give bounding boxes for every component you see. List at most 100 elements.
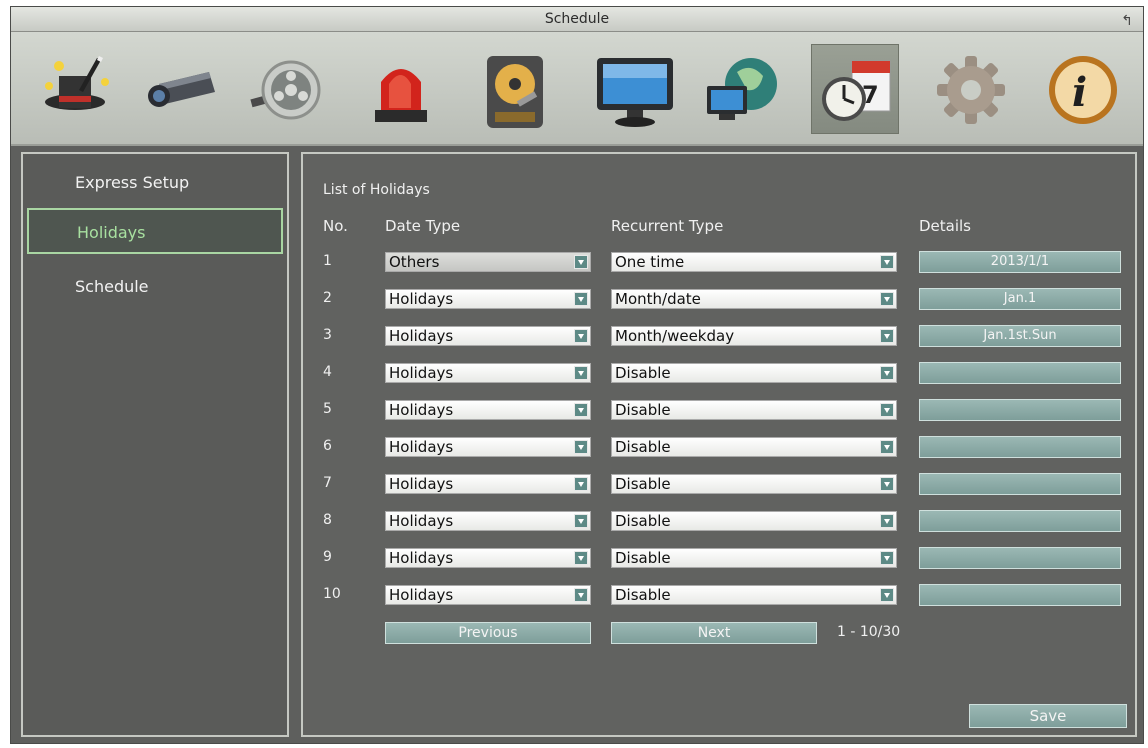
date-type-select[interactable]: Others (385, 252, 591, 272)
dropdown-arrow-icon[interactable] (574, 403, 588, 417)
dropdown-arrow-icon[interactable] (880, 588, 894, 602)
row-number: 4 (323, 364, 332, 380)
date-type-value: Holidays (389, 327, 454, 345)
dropdown-arrow-icon[interactable] (574, 477, 588, 491)
dropdown-arrow-icon[interactable] (574, 551, 588, 565)
system-gear-icon[interactable] (927, 44, 1015, 134)
details-button[interactable] (919, 436, 1121, 458)
recurrent-type-value: Disable (615, 475, 671, 493)
date-type-select[interactable]: Holidays (385, 585, 591, 605)
dropdown-arrow-icon[interactable] (880, 255, 894, 269)
details-button[interactable] (919, 399, 1121, 421)
recurrent-type-select[interactable]: Disable (611, 548, 897, 568)
hard-disk-icon[interactable] (471, 44, 559, 134)
schedule-calendar-icon[interactable]: 7 (811, 44, 899, 134)
details-button[interactable] (919, 510, 1121, 532)
recurrent-type-value: Disable (615, 586, 671, 604)
date-type-select[interactable]: Holidays (385, 400, 591, 420)
recurrent-type-select[interactable]: Disable (611, 363, 897, 383)
recurrent-type-select[interactable]: Month/weekday (611, 326, 897, 346)
row-number: 10 (323, 586, 341, 602)
date-type-select[interactable]: Holidays (385, 326, 591, 346)
recurrent-type-select[interactable]: Disable (611, 437, 897, 457)
recurrent-type-select[interactable]: One time (611, 252, 897, 272)
row-number: 2 (323, 290, 332, 306)
save-button[interactable]: Save (969, 704, 1127, 728)
recurrent-type-select[interactable]: Disable (611, 511, 897, 531)
row-number: 5 (323, 401, 332, 417)
page-range: 1 - 10/30 (837, 624, 901, 640)
row-number: 9 (323, 549, 332, 565)
date-type-value: Holidays (389, 290, 454, 308)
dropdown-arrow-icon[interactable] (880, 514, 894, 528)
dropdown-arrow-icon[interactable] (880, 477, 894, 491)
dropdown-arrow-icon[interactable] (880, 292, 894, 306)
holidays-panel: List of Holidays No. Date Type Recurrent… (301, 152, 1137, 737)
row-number: 3 (323, 327, 332, 343)
details-button[interactable] (919, 362, 1121, 384)
details-button[interactable]: Jan.1 (919, 288, 1121, 310)
svg-text:i: i (1072, 69, 1087, 116)
dropdown-arrow-icon[interactable] (574, 588, 588, 602)
previous-button[interactable]: Previous (385, 622, 591, 644)
dropdown-arrow-icon[interactable] (574, 514, 588, 528)
date-type-select[interactable]: Holidays (385, 548, 591, 568)
recurrent-type-value: Month/weekday (615, 327, 735, 345)
recurrent-type-value: Disable (615, 512, 671, 530)
column-header-date-type: Date Type (385, 217, 461, 235)
date-type-value: Holidays (389, 401, 454, 419)
details-button[interactable]: 2013/1/1 (919, 251, 1121, 273)
dropdown-arrow-icon[interactable] (880, 551, 894, 565)
date-type-select[interactable]: Holidays (385, 289, 591, 309)
details-button[interactable] (919, 584, 1121, 606)
sidebar-item-express-setup[interactable]: Express Setup (27, 160, 283, 206)
dropdown-arrow-icon[interactable] (880, 366, 894, 380)
settings-sidebar: Express Setup Holidays Schedule (21, 152, 289, 737)
recurrent-type-value: One time (615, 253, 685, 271)
details-button[interactable]: Jan.1st.Sun (919, 325, 1121, 347)
dropdown-arrow-icon[interactable] (574, 440, 588, 454)
sidebar-item-label: Express Setup (75, 173, 190, 192)
row-number: 8 (323, 512, 332, 528)
holidays-list-title: List of Holidays (323, 182, 430, 198)
dropdown-arrow-icon[interactable] (574, 366, 588, 380)
date-type-select[interactable]: Holidays (385, 437, 591, 457)
monitor-icon[interactable] (587, 44, 675, 134)
dropdown-arrow-icon[interactable] (574, 255, 588, 269)
alarm-siren-icon[interactable] (357, 44, 445, 134)
dropdown-arrow-icon[interactable] (574, 292, 588, 306)
recurrent-type-select[interactable]: Disable (611, 400, 897, 420)
recurrent-type-select[interactable]: Month/date (611, 289, 897, 309)
dropdown-arrow-icon[interactable] (880, 403, 894, 417)
dropdown-arrow-icon[interactable] (880, 440, 894, 454)
info-icon[interactable]: i (1037, 44, 1125, 134)
column-header-details: Details (919, 217, 972, 235)
dropdown-arrow-icon[interactable] (880, 329, 894, 343)
next-button[interactable]: Next (611, 622, 817, 644)
date-type-value: Holidays (389, 586, 454, 604)
schedule-window: Schedule ↰ 7 i Express Setup Holidays Sc… (10, 6, 1144, 744)
sidebar-item-schedule[interactable]: Schedule (27, 264, 283, 310)
main-toolbar: 7 i (11, 32, 1143, 146)
recurrent-type-select[interactable]: Disable (611, 474, 897, 494)
recurrent-type-value: Disable (615, 438, 671, 456)
sidebar-item-holidays[interactable]: Holidays (27, 208, 283, 254)
date-type-select[interactable]: Holidays (385, 511, 591, 531)
date-type-select[interactable]: Holidays (385, 474, 591, 494)
date-type-value: Holidays (389, 512, 454, 530)
row-number: 6 (323, 438, 332, 454)
dropdown-arrow-icon[interactable] (574, 329, 588, 343)
record-reel-icon[interactable] (241, 44, 329, 134)
back-icon[interactable]: ↰ (1121, 9, 1133, 33)
date-type-value: Holidays (389, 364, 454, 382)
recurrent-type-value: Disable (615, 364, 671, 382)
details-button[interactable] (919, 547, 1121, 569)
camera-icon[interactable] (133, 44, 221, 134)
details-button[interactable] (919, 473, 1121, 495)
express-setup-wizard-icon[interactable] (33, 44, 121, 134)
sidebar-item-label: Holidays (77, 223, 146, 242)
recurrent-type-select[interactable]: Disable (611, 585, 897, 605)
date-type-select[interactable]: Holidays (385, 363, 591, 383)
network-globe-icon[interactable] (697, 44, 785, 134)
window-title: Schedule (544, 11, 610, 27)
